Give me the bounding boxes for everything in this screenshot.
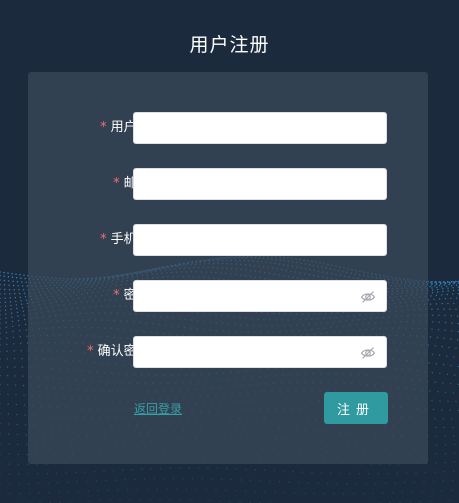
username-input[interactable] — [133, 112, 387, 144]
email-input[interactable] — [133, 168, 387, 200]
page-title: 用户注册 — [189, 34, 270, 56]
back-to-login-link[interactable]: 返回登录 — [134, 400, 182, 417]
password-input[interactable] — [133, 280, 387, 312]
phone-row: *手机号: — [28, 224, 428, 256]
register-button[interactable]: 注册 — [324, 392, 388, 424]
confirm-password-input[interactable] — [133, 336, 387, 368]
required-mark: * — [113, 288, 120, 303]
register-form-card: *用户名: *邮箱: *手机号: *密码: *确认密码: 返回登录 注册 — [28, 72, 428, 464]
username-row: *用户名: — [28, 112, 428, 144]
email-row: *邮箱: — [28, 168, 428, 200]
phone-input[interactable] — [133, 224, 387, 256]
eye-off-icon[interactable] — [360, 289, 376, 305]
required-mark: * — [113, 176, 120, 191]
confirm-password-row: * 确认密码: — [28, 336, 428, 368]
password-row: *密码: — [28, 280, 428, 312]
required-mark: * — [100, 120, 107, 135]
eye-off-icon[interactable] — [360, 345, 376, 361]
required-mark: * — [87, 344, 94, 359]
required-mark: * — [100, 232, 107, 247]
